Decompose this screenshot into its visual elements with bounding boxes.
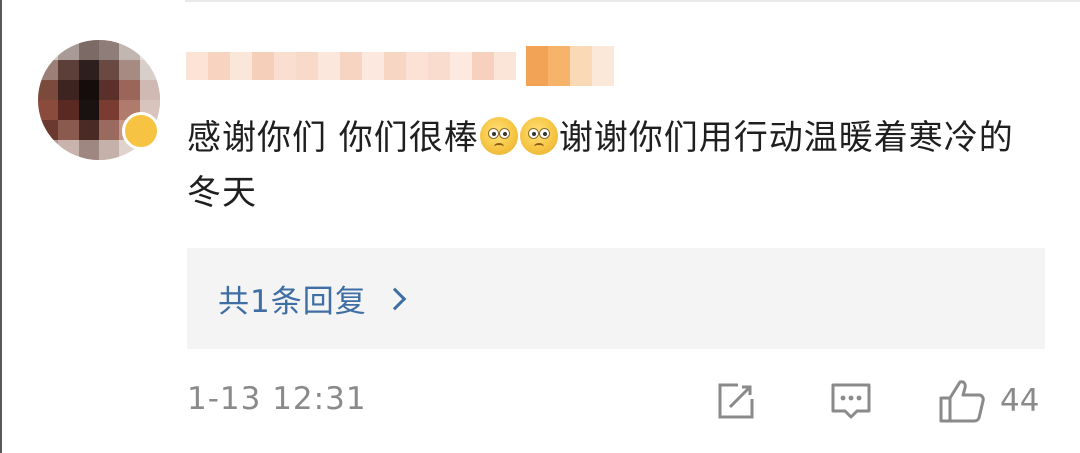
comment-footer: 1-13 12:31 44 (187, 377, 1047, 427)
username-blurred (186, 52, 516, 80)
thumbs-up-icon (939, 380, 985, 423)
username[interactable] (186, 42, 614, 90)
comment-icon (831, 383, 871, 419)
share-icon (718, 383, 754, 419)
worried-face-emoji-icon (479, 117, 518, 155)
comment-button[interactable] (829, 379, 873, 423)
worried-face-emoji-icon (519, 117, 558, 155)
chevron-right-icon (383, 287, 407, 310)
comment-text: 感谢你们 你们很棒 谢谢你们用行动温暖着寒冷的冬天 (187, 111, 1047, 221)
timestamp: 1-13 12:31 (187, 381, 367, 417)
like-count: 44 (1000, 383, 1040, 419)
share-button[interactable] (714, 379, 758, 423)
vip-badge-icon (526, 46, 614, 86)
like-button[interactable]: 44 (938, 379, 1039, 423)
verified-badge-icon (122, 112, 160, 150)
window-edge (0, 0, 2, 453)
top-divider (185, 0, 1080, 2)
view-replies-button[interactable]: 共1条回复 (187, 248, 1045, 349)
replies-count-label: 共1条回复 (218, 284, 367, 320)
comment-text-part1: 感谢你们 你们很棒 (187, 118, 479, 158)
